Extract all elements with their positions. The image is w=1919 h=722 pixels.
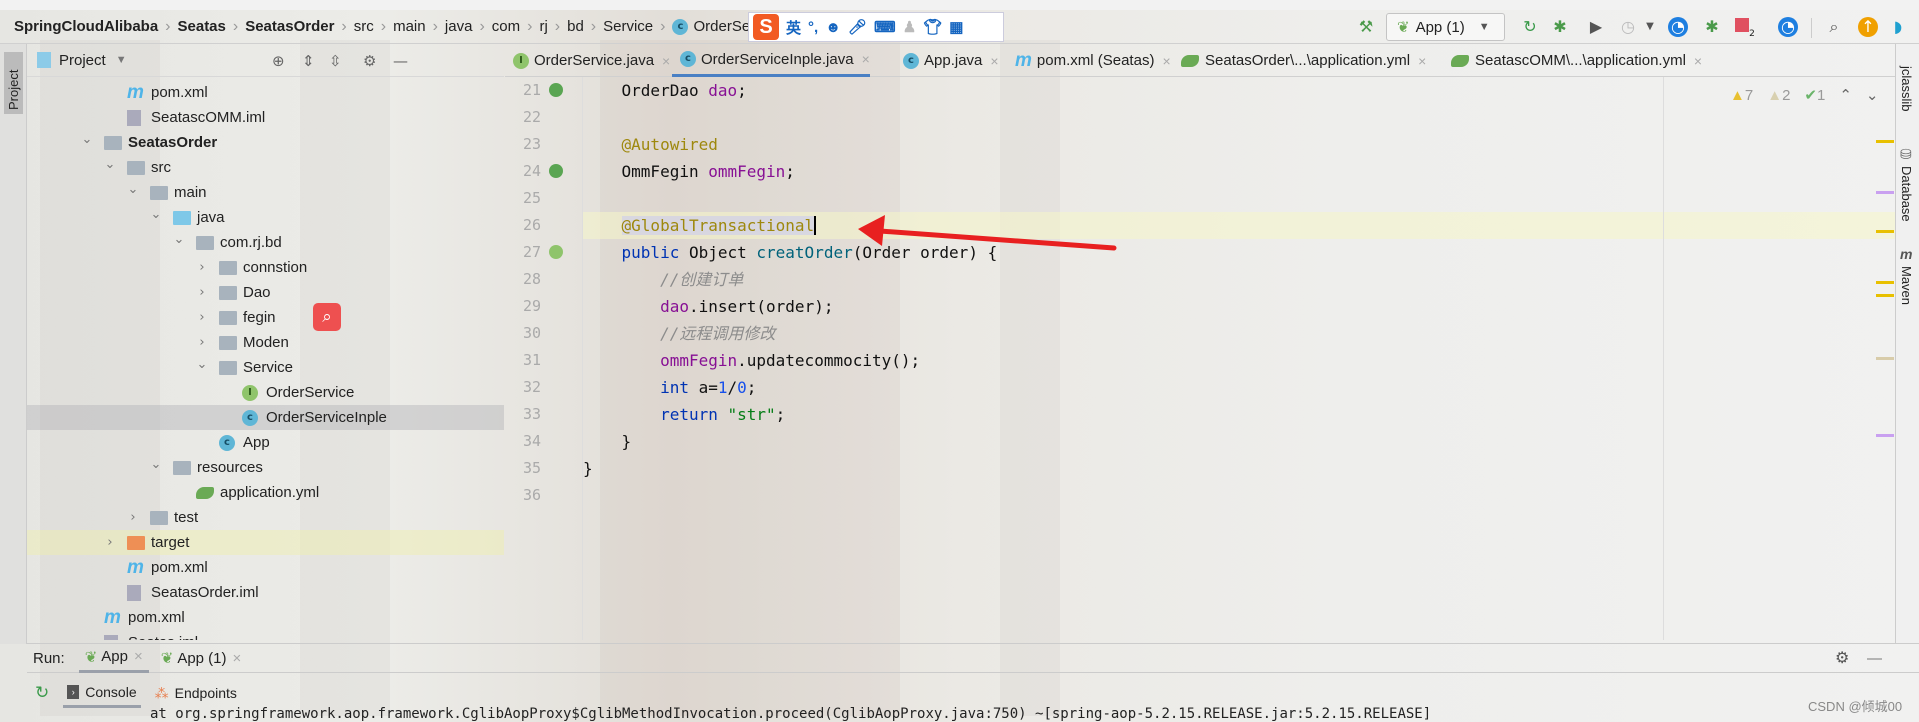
spring-app-icon: ❦ [160, 650, 174, 667]
hide-icon[interactable]: — [1867, 650, 1882, 667]
console-output-line: at org.springframework.aop.framework.Cgl… [150, 706, 1432, 722]
run-tab-app[interactable]: ❦ App × [78, 643, 149, 673]
run-label: Run: [33, 649, 65, 667]
watermark: CSDN @倾城00 [1808, 699, 1903, 714]
tab-endpoints[interactable]: ⁂ Endpoints [141, 685, 251, 702]
arrow-shaft [877, 228, 1117, 251]
console-icon: › [67, 684, 80, 699]
tab-console[interactable]: › Console [63, 678, 141, 708]
close-icon[interactable]: × [134, 648, 143, 665]
spring-app-icon: ❦ [84, 648, 98, 666]
arrow-head [858, 215, 885, 246]
run-tool-window-header: Run: ❦ App × ❦ App (1) × ⚙ — [27, 643, 1919, 673]
rerun-icon[interactable]: ↻ [35, 683, 49, 703]
gear-icon[interactable]: ⚙ [1835, 648, 1849, 668]
close-icon[interactable]: × [233, 650, 242, 667]
console-tabs: ↻ › Console ⁂ Endpoints [27, 678, 1919, 708]
annotation-arrow [858, 215, 1117, 251]
run-tab-app-1[interactable]: ❦ App (1) × [149, 649, 254, 668]
endpoints-icon: ⁂ [154, 684, 169, 701]
